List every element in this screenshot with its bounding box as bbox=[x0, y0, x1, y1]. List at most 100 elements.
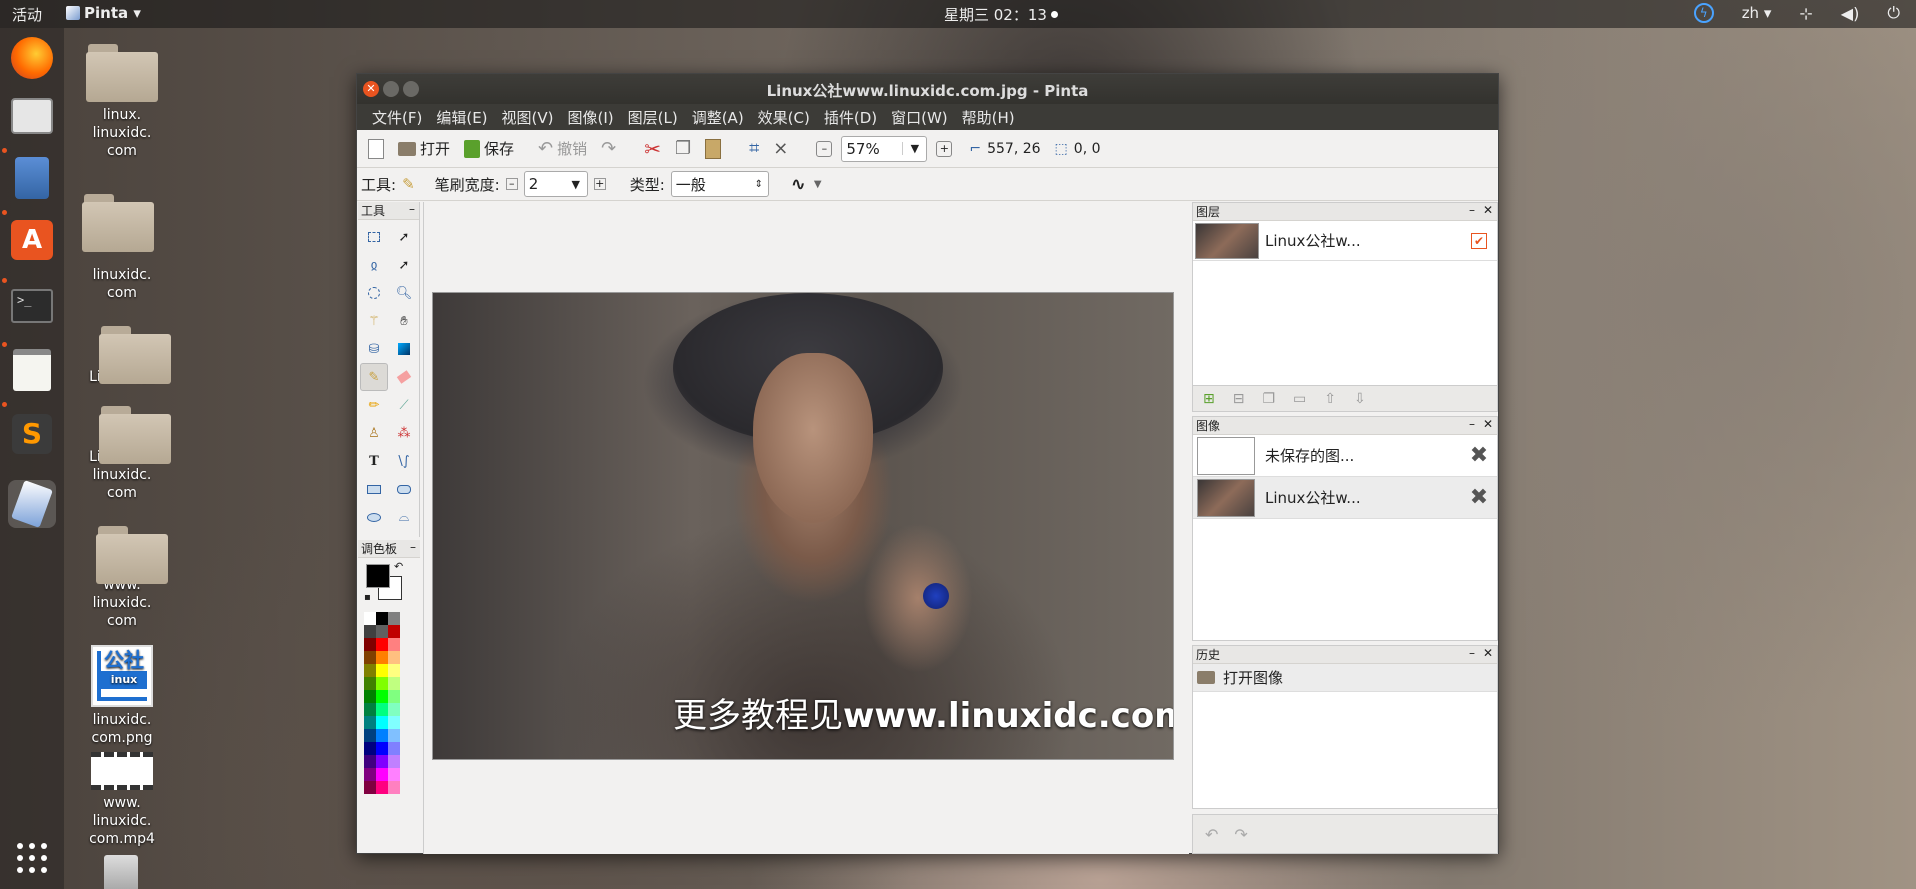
palette-color-swatch[interactable] bbox=[376, 755, 388, 768]
crop-to-selection-button[interactable]: ⌗ bbox=[744, 136, 764, 161]
lasso-select-tool[interactable]: ჲ bbox=[360, 251, 388, 279]
primary-color-swatch[interactable] bbox=[366, 564, 390, 588]
menu-adjustments[interactable]: 调整(A) bbox=[685, 104, 751, 130]
menu-effects[interactable]: 效果(C) bbox=[751, 104, 817, 130]
minimize-panel-button[interactable]: – bbox=[410, 540, 416, 554]
desktop-folder[interactable]: Linux公社 bbox=[67, 326, 177, 386]
palette-color-swatch[interactable] bbox=[376, 781, 388, 794]
merge-layer-icon[interactable]: ▭ bbox=[1293, 391, 1306, 407]
pencil-tool[interactable]: ✏︎ bbox=[360, 391, 388, 419]
minimize-panel-button[interactable]: – bbox=[1469, 203, 1475, 217]
move-layer-up-icon[interactable]: ⇧ bbox=[1324, 391, 1336, 407]
freeform-shape-tool[interactable]: ⌓ bbox=[390, 503, 418, 531]
image-canvas[interactable]: 更多教程见www.linuxidc.com bbox=[432, 292, 1174, 760]
menu-window[interactable]: 窗口(W) bbox=[884, 104, 955, 130]
palette-color-swatch[interactable] bbox=[388, 768, 400, 781]
palette-color-swatch[interactable] bbox=[388, 729, 400, 742]
palette-color-swatch[interactable] bbox=[364, 638, 376, 651]
palette-color-swatch[interactable] bbox=[376, 664, 388, 677]
move-layer-down-icon[interactable]: ⇩ bbox=[1354, 391, 1366, 407]
palette-color-swatch[interactable] bbox=[364, 742, 376, 755]
minimize-panel-button[interactable]: – bbox=[1469, 417, 1475, 431]
desktop-folder[interactable]: linux. linuxidc. com bbox=[67, 44, 177, 160]
brush-type-combo[interactable]: 一般 ⇕ bbox=[670, 171, 769, 197]
palette-color-swatch[interactable] bbox=[376, 742, 388, 755]
clock[interactable]: 星期三 02：13 bbox=[944, 4, 1058, 25]
network-bolt-icon[interactable]: ϟ bbox=[1693, 3, 1714, 23]
language-selector[interactable]: zh ▾ bbox=[1742, 4, 1772, 22]
palette-color-swatch[interactable] bbox=[364, 677, 376, 690]
palette-color-swatch[interactable] bbox=[388, 664, 400, 677]
palette-color-swatch[interactable] bbox=[376, 651, 388, 664]
duplicate-layer-icon[interactable]: ❐ bbox=[1262, 391, 1275, 407]
activities-button[interactable]: 活动 bbox=[12, 4, 42, 25]
paste-button[interactable] bbox=[700, 137, 726, 161]
software-center-icon[interactable]: A bbox=[8, 216, 56, 264]
palette-color-swatch[interactable] bbox=[364, 781, 376, 794]
palette-color-swatch[interactable] bbox=[388, 742, 400, 755]
palette-color-swatch[interactable] bbox=[388, 638, 400, 651]
ellipse-select-tool[interactable] bbox=[360, 279, 388, 307]
power-icon[interactable]: ⏻ bbox=[1887, 3, 1900, 23]
eraser-tool[interactable] bbox=[390, 363, 418, 391]
zoom-tool[interactable]: 🔍︎ bbox=[390, 279, 418, 307]
reset-colors-icon[interactable]: ▪ bbox=[364, 592, 371, 603]
palette-color-swatch[interactable] bbox=[364, 651, 376, 664]
palette-color-swatch[interactable] bbox=[388, 781, 400, 794]
move-selected-tool[interactable]: ➚ bbox=[390, 223, 418, 251]
palette-color-swatch[interactable] bbox=[364, 612, 376, 625]
canvas-area[interactable]: 更多教程见www.linuxidc.com bbox=[423, 202, 1189, 854]
history-item[interactable]: 打开图像 bbox=[1193, 664, 1497, 692]
menu-layers[interactable]: 图层(L) bbox=[621, 104, 685, 130]
rectangle-tool[interactable] bbox=[360, 475, 388, 503]
menu-help[interactable]: 帮助(H) bbox=[955, 104, 1022, 130]
layer-visibility-checkbox[interactable]: ✔ bbox=[1471, 232, 1487, 249]
line-curve-tool[interactable]: \∫ bbox=[390, 447, 418, 475]
history-redo-icon[interactable]: ↷ bbox=[1234, 825, 1247, 844]
palette-color-swatch[interactable] bbox=[364, 755, 376, 768]
zoom-in-button[interactable]: + bbox=[931, 139, 957, 159]
rounded-rectangle-tool[interactable] bbox=[390, 475, 418, 503]
palette-color-swatch[interactable] bbox=[388, 677, 400, 690]
desktop-folder[interactable]: Linux公社 linuxidc. com bbox=[67, 406, 177, 502]
minimize-panel-button[interactable]: – bbox=[1469, 646, 1475, 660]
desktop-folder[interactable]: www. linuxidc. com bbox=[67, 526, 177, 630]
palette-color-swatch[interactable] bbox=[388, 755, 400, 768]
delete-layer-icon[interactable]: ⊟ bbox=[1233, 391, 1245, 407]
pinta-dock-icon[interactable] bbox=[8, 480, 56, 528]
ellipse-tool[interactable] bbox=[360, 503, 388, 531]
palette-color-swatch[interactable] bbox=[388, 651, 400, 664]
desktop-folder[interactable]: linuxidc. com bbox=[67, 194, 177, 302]
palette-color-swatch[interactable] bbox=[388, 612, 400, 625]
palette-color-swatch[interactable] bbox=[364, 625, 376, 638]
app-menu[interactable]: Pinta ▾ bbox=[66, 4, 141, 22]
recolor-tool[interactable]: ⁂ bbox=[390, 419, 418, 447]
palette-color-swatch[interactable] bbox=[376, 690, 388, 703]
close-panel-button[interactable]: ✕ bbox=[1483, 417, 1493, 431]
palette-color-swatch[interactable] bbox=[364, 716, 376, 729]
add-layer-icon[interactable]: ⊞ bbox=[1203, 391, 1215, 407]
palette-color-swatch[interactable] bbox=[364, 768, 376, 781]
image-row[interactable]: Linux公社w... ✖ bbox=[1193, 477, 1497, 519]
title-bar[interactable]: ✕ Linux公社www.linuxidc.com.jpg - Pinta bbox=[357, 74, 1498, 104]
pan-tool[interactable]: ✋︎ bbox=[390, 307, 418, 335]
paintbrush-tool[interactable]: ✎ bbox=[360, 363, 388, 391]
antialiasing-button[interactable]: ∿ ▼ bbox=[791, 174, 822, 195]
palette-color-swatch[interactable] bbox=[388, 625, 400, 638]
close-image-icon[interactable]: ✖ bbox=[1467, 485, 1491, 510]
file-manager-icon[interactable] bbox=[8, 154, 56, 202]
network-icon[interactable]: ⊹ bbox=[1799, 4, 1812, 23]
layer-row[interactable]: Linux公社w... ✔ bbox=[1193, 221, 1497, 261]
close-image-icon[interactable]: ✖ bbox=[1467, 443, 1491, 468]
gradient-tool[interactable] bbox=[390, 335, 418, 363]
menu-image[interactable]: 图像(I) bbox=[561, 104, 621, 130]
brush-width-combo[interactable]: 2 ▼ bbox=[523, 171, 588, 197]
palette-color-swatch[interactable] bbox=[364, 690, 376, 703]
volume-icon[interactable]: ◀) bbox=[1841, 4, 1860, 23]
firefox-icon[interactable] bbox=[8, 34, 56, 82]
color-picker-tool[interactable]: ⟋ bbox=[390, 391, 418, 419]
zoom-out-button[interactable]: – bbox=[811, 139, 837, 159]
magic-wand-tool[interactable]: ⚚ bbox=[360, 307, 388, 335]
history-undo-icon[interactable]: ↶ bbox=[1205, 825, 1218, 844]
paint-bucket-tool[interactable]: ⛁ bbox=[360, 335, 388, 363]
